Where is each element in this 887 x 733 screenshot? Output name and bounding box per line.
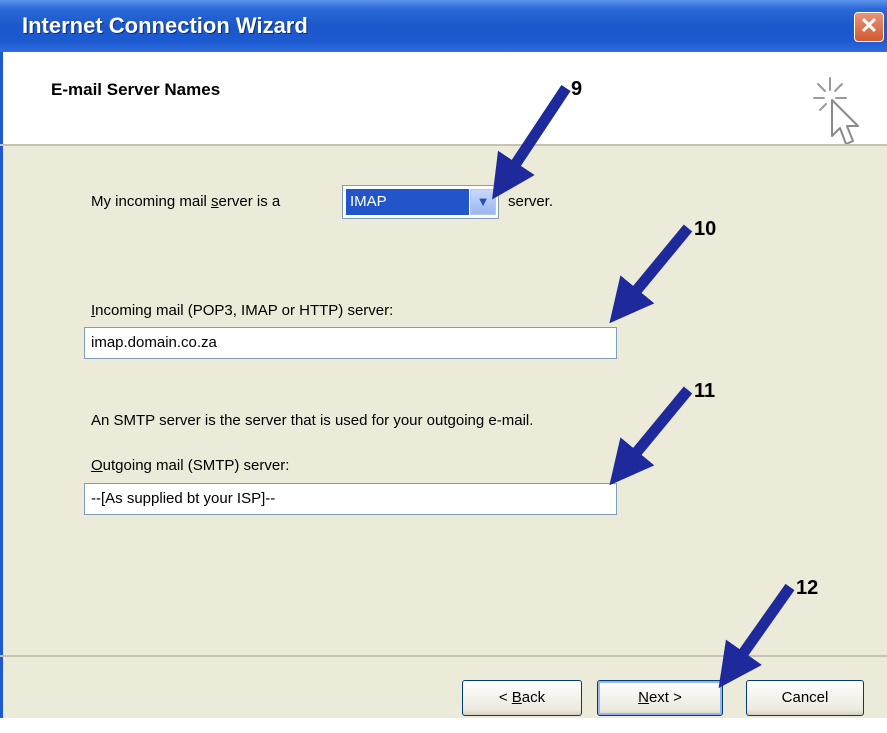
title-bar[interactable]: Internet Connection Wizard ✕ bbox=[0, 0, 887, 52]
wizard-sparkle-cursor-icon bbox=[813, 77, 859, 145]
back-button[interactable]: < Back bbox=[462, 680, 582, 716]
smtp-info-text: An SMTP server is the server that is use… bbox=[91, 412, 534, 429]
incoming-type-suffix: server. bbox=[508, 193, 554, 210]
annotation-9: 9 bbox=[571, 78, 583, 100]
incoming-server-input[interactable]: imap.domain.co.za bbox=[84, 327, 617, 359]
next-button[interactable]: Next > bbox=[597, 680, 723, 716]
wizard-window: Internet Connection Wizard ✕ E-mail Serv… bbox=[0, 0, 887, 718]
incoming-type-select[interactable]: IMAP ▼ bbox=[342, 185, 499, 219]
chevron-down-icon[interactable]: ▼ bbox=[470, 189, 496, 215]
wizard-body bbox=[0, 146, 887, 718]
close-button[interactable]: ✕ bbox=[854, 12, 884, 42]
window-title: Internet Connection Wizard bbox=[22, 13, 308, 38]
cancel-button[interactable]: Cancel bbox=[746, 680, 864, 716]
annotation-11: 11 bbox=[694, 380, 716, 402]
annotation-10: 10 bbox=[694, 218, 717, 240]
outgoing-server-label: Outgoing mail (SMTP) server: bbox=[91, 457, 290, 474]
incoming-server-label: Incoming mail (POP3, IMAP or HTTP) serve… bbox=[91, 302, 394, 319]
annotation-12: 12 bbox=[796, 577, 819, 599]
outgoing-server-input[interactable]: --[As supplied bt your ISP]-- bbox=[84, 483, 617, 515]
footer-divider bbox=[0, 655, 887, 657]
incoming-type-value: IMAP bbox=[346, 189, 469, 215]
close-icon: ✕ bbox=[859, 13, 879, 38]
incoming-type-label: My incoming mail server is a bbox=[91, 193, 281, 210]
wizard-header: E-mail Server Names bbox=[0, 52, 887, 145]
page-title: E-mail Server Names bbox=[51, 80, 221, 99]
